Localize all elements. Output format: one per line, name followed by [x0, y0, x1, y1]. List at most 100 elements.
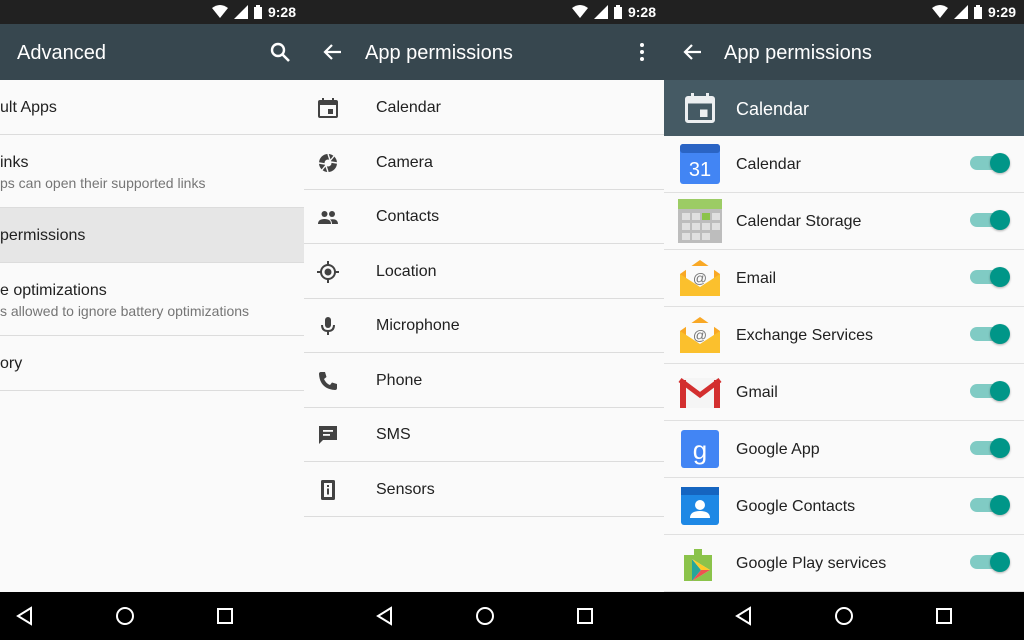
- recents-nav-icon[interactable]: [213, 604, 237, 628]
- home-nav-icon[interactable]: [832, 604, 856, 628]
- calendar-icon: [318, 98, 338, 118]
- permission-toggle[interactable]: [970, 438, 1010, 458]
- settings-item-opening-links[interactable]: inks ps can open their supported links: [0, 135, 304, 208]
- permission-toggle[interactable]: [970, 324, 1010, 344]
- status-time: 9:28: [267, 4, 296, 20]
- status-time: 9:29: [987, 4, 1016, 20]
- status-bar: 9:28: [304, 0, 664, 24]
- camera-icon: [318, 153, 338, 173]
- sms-icon: [319, 426, 337, 444]
- permission-item-sensors[interactable]: Sensors: [304, 462, 664, 517]
- app-label: Exchange Services: [736, 327, 873, 344]
- permission-toggle[interactable]: [970, 495, 1010, 515]
- permission-item-microphone[interactable]: Microphone: [304, 298, 664, 353]
- permission-toggle[interactable]: [970, 552, 1010, 572]
- toggle-knob: [990, 552, 1010, 572]
- signal-icon: [593, 5, 608, 19]
- status-time: 9:28: [627, 4, 656, 20]
- toggle-knob: [990, 210, 1010, 230]
- status-bar: 9:29: [664, 0, 1024, 24]
- calendar-storage-app-icon: [678, 199, 722, 243]
- microphone-icon: [321, 317, 335, 335]
- permission-toggle[interactable]: [970, 153, 1010, 173]
- settings-item-title: permissions: [0, 227, 86, 244]
- settings-item-title: inks: [0, 154, 29, 171]
- app-row-calendar-storage[interactable]: Calendar Storage: [664, 193, 1024, 250]
- permission-item-location[interactable]: Location: [304, 244, 664, 299]
- permission-label: Sensors: [376, 481, 435, 498]
- recents-nav-icon[interactable]: [932, 604, 956, 628]
- page-title: App permissions: [365, 42, 513, 64]
- settings-item-battery-optimizations[interactable]: e optimizations s allowed to ignore batt…: [0, 263, 304, 336]
- home-nav-icon[interactable]: [473, 604, 497, 628]
- app-label: Google Contacts: [736, 498, 856, 515]
- exchange-services-app-icon: @: [680, 317, 720, 353]
- app-row-gmail[interactable]: Gmail: [664, 364, 1024, 421]
- permission-item-contacts[interactable]: Contacts: [304, 189, 664, 244]
- settings-item-title: ult Apps: [0, 99, 57, 116]
- page-title: App permissions: [724, 42, 872, 64]
- permission-item-calendar[interactable]: Calendar: [304, 80, 664, 135]
- permission-item-camera[interactable]: Camera: [304, 135, 664, 190]
- app-row-calendar[interactable]: 31 Calendar: [664, 136, 1024, 193]
- app-label: Google Play services: [736, 555, 887, 572]
- search-icon[interactable]: [268, 40, 292, 64]
- app-label: Email: [736, 270, 777, 287]
- more-vert-icon[interactable]: [630, 40, 654, 64]
- screen: 9:28 Advanced ult Apps inks ps can open …: [0, 0, 1024, 640]
- toggle-knob: [990, 495, 1010, 515]
- permission-label: Location: [376, 263, 437, 280]
- arrow-back-icon[interactable]: [681, 40, 705, 64]
- navigation-bar: [0, 592, 1024, 640]
- location-icon: [317, 261, 339, 283]
- battery-icon: [613, 5, 622, 19]
- google-calendar-app-icon: 31: [680, 144, 720, 184]
- app-label: Calendar Storage: [736, 213, 862, 230]
- permission-label: Camera: [376, 154, 433, 171]
- gmail-app-icon: [678, 378, 722, 408]
- sensors-icon: [321, 480, 335, 500]
- app-row-exchange-services[interactable]: @ Exchange Services: [664, 307, 1024, 364]
- email-app-icon: @: [680, 260, 720, 296]
- permission-label: SMS: [376, 426, 411, 443]
- permission-toggle[interactable]: [970, 267, 1010, 287]
- recents-nav-icon[interactable]: [573, 604, 597, 628]
- wifi-icon: [931, 5, 948, 18]
- app-label: Gmail: [736, 384, 778, 401]
- arrow-back-icon[interactable]: [321, 40, 345, 64]
- google-app-icon: g: [681, 430, 719, 468]
- google-play-services-app-icon: [684, 549, 712, 581]
- settings-item-title: e optimizations: [0, 282, 107, 299]
- page-title: Advanced: [17, 42, 106, 64]
- home-nav-icon[interactable]: [113, 604, 137, 628]
- settings-item-subtitle: ps can open their supported links: [0, 175, 206, 191]
- permission-toggle[interactable]: [970, 381, 1010, 401]
- status-bar: 9:28: [0, 0, 304, 24]
- google-contacts-app-icon: [681, 487, 719, 525]
- toggle-knob: [990, 324, 1010, 344]
- settings-item-title: ory: [0, 355, 23, 372]
- permission-toggle[interactable]: [970, 210, 1010, 230]
- app-row-google-contacts[interactable]: Google Contacts: [664, 478, 1024, 535]
- app-bar: App permissions: [664, 24, 1024, 80]
- back-nav-icon[interactable]: [373, 604, 397, 628]
- settings-item-default-apps[interactable]: ult Apps: [0, 80, 304, 135]
- calendar-icon-number: 31: [689, 159, 711, 181]
- google-app-icon-letter: g: [693, 435, 707, 465]
- app-row-email[interactable]: @ Email: [664, 250, 1024, 307]
- permission-item-phone[interactable]: Phone: [304, 353, 664, 408]
- back-nav-icon[interactable]: [13, 604, 37, 628]
- battery-icon: [973, 5, 982, 19]
- app-permissions-panel: 9:28 App permissions Calendar Camera Con…: [304, 0, 664, 592]
- settings-item-app-permissions[interactable]: permissions: [0, 208, 304, 263]
- app-row-google-play-services[interactable]: Google Play services: [664, 535, 1024, 592]
- permission-group-header: Calendar: [664, 80, 1024, 136]
- settings-item-memory[interactable]: ory: [0, 336, 304, 391]
- back-nav-icon[interactable]: [732, 604, 756, 628]
- calendar-permission-panel: 9:29 App permissions Calendar 31 Calenda…: [664, 0, 1024, 592]
- toggle-knob: [990, 438, 1010, 458]
- signal-icon: [953, 5, 968, 19]
- permission-item-sms[interactable]: SMS: [304, 407, 664, 462]
- app-bar: Advanced: [0, 24, 304, 80]
- app-row-google-app[interactable]: g Google App: [664, 421, 1024, 478]
